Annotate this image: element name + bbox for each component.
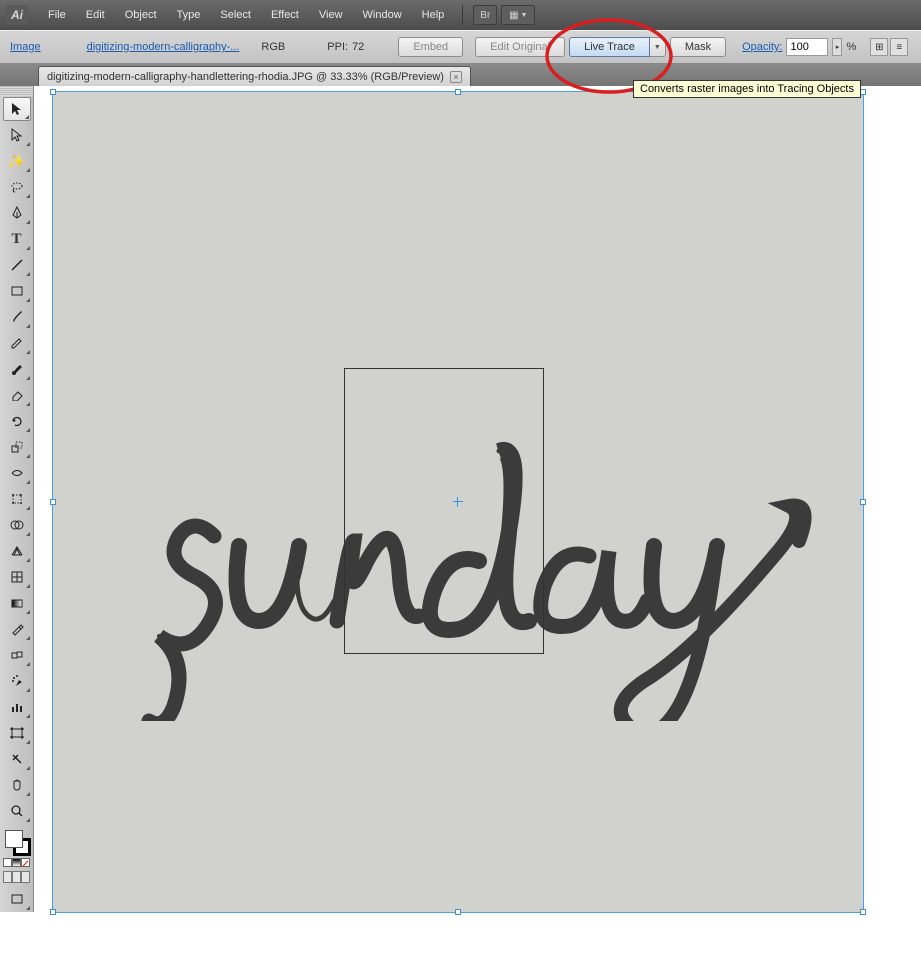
color-mode-gradient[interactable] [12,858,21,867]
menu-help[interactable]: Help [412,0,455,30]
opacity-spinner[interactable]: ▸ [832,38,842,56]
panel-grip[interactable] [0,86,33,96]
tools-panel: ✨ T [0,86,34,912]
mask-button[interactable]: Mask [670,37,726,57]
color-mode-none[interactable] [21,858,30,867]
perspective-grid-tool[interactable] [3,539,31,563]
menubar: Ai File Edit Object Type Select Effect V… [0,0,921,30]
pen-tool[interactable] [3,201,31,225]
handle-bottom-mid[interactable] [455,909,461,915]
menu-select[interactable]: Select [210,0,261,30]
screen-mode-button[interactable] [3,887,31,911]
color-mode-label: RGB [261,41,285,53]
fill-stroke-swatches[interactable] [3,828,31,856]
bridge-icon[interactable]: Br [473,5,497,25]
handle-mid-right[interactable] [860,499,866,505]
eyedropper-tool[interactable] [3,617,31,641]
opacity-label[interactable]: Opacity: [742,41,782,53]
slice-tool[interactable] [3,747,31,771]
fill-swatch[interactable] [5,830,23,848]
edit-original-button[interactable]: Edit Original [475,37,565,57]
lasso-tool[interactable] [3,175,31,199]
arrange-documents-icon[interactable]: ▦▼ [501,5,535,25]
handle-top-left[interactable] [50,89,56,95]
blend-tool[interactable] [3,643,31,667]
zoom-tool[interactable] [3,799,31,823]
scale-tool[interactable] [3,435,31,459]
selection-type-link[interactable]: Image [10,41,41,53]
tab-close-icon[interactable]: × [450,71,462,83]
center-mark [453,497,463,507]
direct-selection-tool[interactable] [3,123,31,147]
opacity-unit: % [846,41,856,53]
selection-tool[interactable] [3,97,31,121]
ppi-value: 72 [352,41,364,53]
symbol-sprayer-tool[interactable] [3,669,31,693]
menu-effect[interactable]: Effect [261,0,309,30]
live-trace-button[interactable]: Live Trace [569,37,650,57]
menu-edit[interactable]: Edit [76,0,115,30]
ppi-label: PPI: [327,41,348,53]
type-tool[interactable]: T [3,227,31,251]
handle-bottom-left[interactable] [50,909,56,915]
magic-wand-tool[interactable]: ✨ [3,149,31,173]
document-tab-title: digitizing-modern-calligraphy-handletter… [47,71,444,83]
draw-inside[interactable] [21,871,30,883]
document-tab[interactable]: digitizing-modern-calligraphy-handletter… [38,66,471,86]
color-mode-row [3,858,31,867]
line-segment-tool[interactable] [3,253,31,277]
column-graph-tool[interactable] [3,695,31,719]
align-icon[interactable]: ≡ [890,38,908,56]
draw-behind[interactable] [12,871,21,883]
mesh-tool[interactable] [3,565,31,589]
artboard-tool[interactable] [3,721,31,745]
menu-view[interactable]: View [309,0,353,30]
live-trace-dropdown[interactable]: ▼ [650,37,666,57]
color-mode-solid[interactable] [3,858,12,867]
live-trace-tooltip: Converts raster images into Tracing Obje… [633,80,861,98]
hand-tool[interactable] [3,773,31,797]
linked-file-link[interactable]: digitizing-modern-calligraphy-... [87,41,240,53]
canvas-area[interactable] [34,86,921,962]
blob-brush-tool[interactable] [3,357,31,381]
control-bar: Image digitizing-modern-calligraphy-... … [0,30,921,64]
menu-window[interactable]: Window [353,0,412,30]
transform-proxy-icon[interactable]: ⊞ [870,38,888,56]
embed-button[interactable]: Embed [398,37,463,57]
menu-file[interactable]: File [38,0,76,30]
paintbrush-tool[interactable] [3,305,31,329]
draw-modes-row [3,871,31,883]
handle-bottom-right[interactable] [860,909,866,915]
pencil-tool[interactable] [3,331,31,355]
rectangle-tool[interactable] [3,279,31,303]
handle-top-mid[interactable] [455,89,461,95]
free-transform-tool[interactable] [3,487,31,511]
draw-normal[interactable] [3,871,12,883]
selection-bounding-box [52,91,864,913]
shape-builder-tool[interactable] [3,513,31,537]
opacity-input[interactable] [786,38,828,56]
eraser-tool[interactable] [3,383,31,407]
menu-object[interactable]: Object [115,0,167,30]
app-logo: Ai [6,5,28,25]
gradient-tool[interactable] [3,591,31,615]
menu-type[interactable]: Type [167,0,211,30]
rotate-tool[interactable] [3,409,31,433]
handle-mid-left[interactable] [50,499,56,505]
width-tool[interactable] [3,461,31,485]
